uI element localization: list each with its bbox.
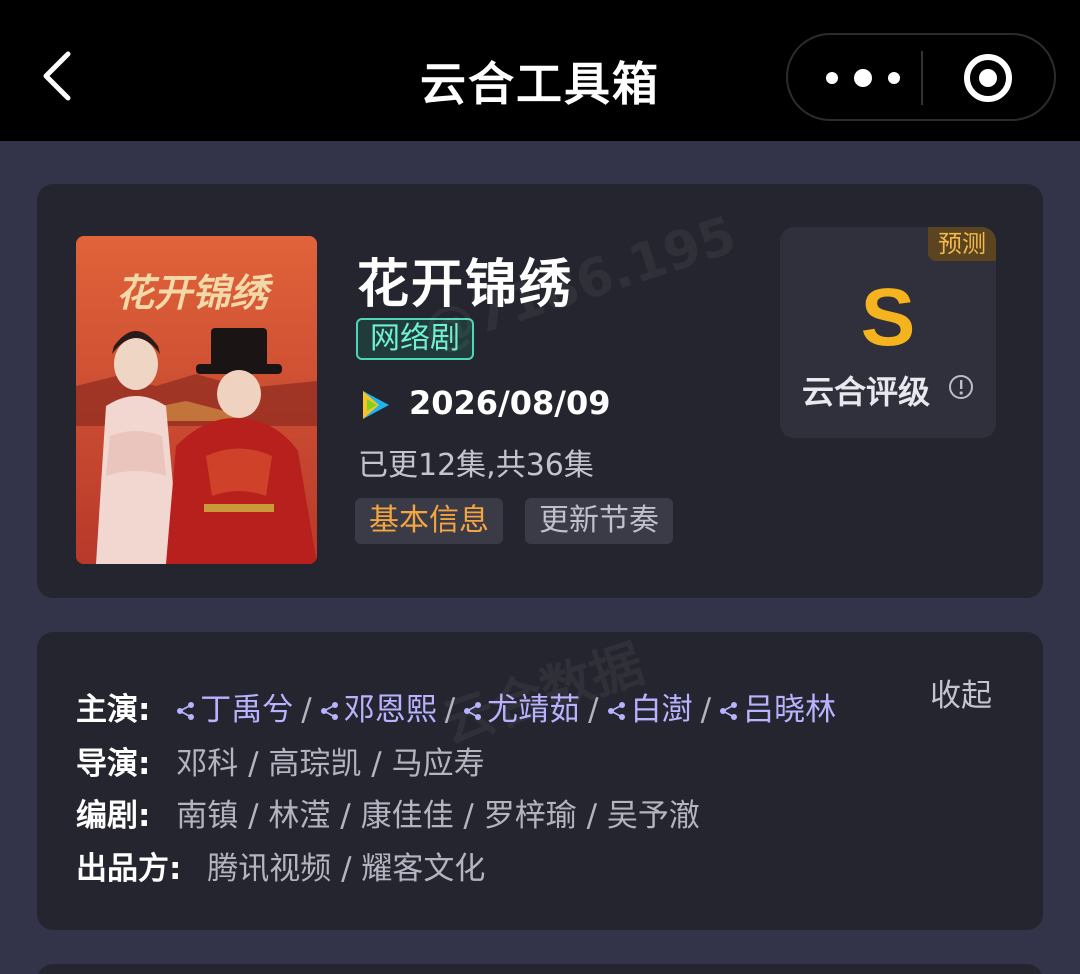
- cast-member-name: 白澍: [630, 692, 693, 728]
- cast-member-link[interactable]: 白澍: [607, 692, 693, 728]
- cast-member-name: 邓恩熙: [343, 692, 437, 728]
- mini-program-capsule: [786, 33, 1056, 121]
- cast-list: 丁禹兮 / 邓恩熙 / 尤靖茹 / 白澍 / 吕晓林: [176, 692, 836, 728]
- next-card: [37, 964, 1043, 974]
- rating-box: 预测 S 云合评级: [780, 227, 996, 438]
- writer-label: 编剧:: [76, 798, 151, 834]
- app-title: 云合工具箱: [420, 57, 660, 111]
- tab-update-rhythm[interactable]: 更新节奏: [525, 498, 673, 544]
- more-button[interactable]: [818, 55, 908, 101]
- tab-basic-info[interactable]: 基本信息: [355, 498, 503, 544]
- relation-graph-icon: [720, 702, 738, 720]
- cast-member-name: 丁禹兮: [200, 692, 294, 728]
- director-label: 导演:: [76, 746, 151, 782]
- target-circle-icon: [964, 54, 1012, 102]
- back-button[interactable]: [30, 46, 90, 106]
- show-info-card: 花开锦绣 花开锦绣 网络剧 2026/08/09 已更12集,共36集 基本信息…: [37, 184, 1043, 598]
- cast-member-link[interactable]: 丁禹兮: [176, 692, 293, 728]
- close-miniprogram-button[interactable]: [958, 50, 1018, 106]
- show-title: 花开锦绣: [357, 255, 574, 315]
- credits-card: 云合数据 主演: 丁禹兮 / 邓恩熙 / 尤靖茹 / 白澍 / 吕晓林 收起 导演: 邓科 / …: [37, 632, 1043, 930]
- capsule-divider: [921, 51, 923, 105]
- info-icon[interactable]: [948, 374, 974, 400]
- rating-label: 云合评级: [802, 373, 931, 411]
- cast-member-name: 尤靖茹: [487, 692, 581, 728]
- episode-status: 已更12集,共36集: [358, 448, 594, 483]
- writer-row: 编剧: 南镇 / 林滢 / 康佳佳 / 罗梓瑜 / 吴予澈: [76, 790, 700, 835]
- poster-image: 花开锦绣: [76, 236, 317, 564]
- prediction-badge: 预测: [928, 227, 996, 261]
- cast-separator: /: [301, 692, 312, 728]
- cast-member-link[interactable]: 吕晓林: [719, 692, 836, 728]
- cast-member-name: 吕晓林: [743, 692, 837, 728]
- poster-calligraphy-title: 花开锦绣: [116, 270, 274, 315]
- cast-member-link[interactable]: 尤靖茹: [463, 692, 580, 728]
- relation-graph-icon: [464, 702, 482, 720]
- cast-member-link[interactable]: 邓恩熙: [320, 692, 437, 728]
- show-poster[interactable]: 花开锦绣: [76, 236, 317, 564]
- rating-grade: S: [860, 272, 916, 363]
- director-value: 邓科 / 高琮凯 / 马应寿: [176, 746, 485, 782]
- director-row: 导演: 邓科 / 高琮凯 / 马应寿: [76, 738, 485, 783]
- producer-row: 出品方: 腾讯视频 / 耀客文化: [76, 843, 485, 888]
- release-date: 2026/08/09: [409, 384, 611, 422]
- cast-separator: /: [588, 692, 599, 728]
- producer-label: 出品方:: [76, 851, 182, 887]
- show-type-badge: 网络剧: [356, 318, 474, 360]
- relation-graph-icon: [320, 702, 338, 720]
- cast-label: 主演:: [76, 692, 151, 728]
- cast-separator: /: [444, 692, 456, 728]
- more-dots-icon: [826, 69, 900, 87]
- writer-value: 南镇 / 林滢 / 康佳佳 / 罗梓瑜 / 吴予澈: [176, 798, 700, 834]
- top-bar: 云合工具箱: [0, 0, 1080, 141]
- relation-graph-icon: [607, 702, 625, 720]
- chevron-left-icon: [43, 51, 71, 101]
- relation-graph-icon: [177, 702, 195, 720]
- cast-separator: /: [700, 692, 712, 728]
- cast-row: 主演: 丁禹兮 / 邓恩熙 / 尤靖茹 / 白澍 / 吕晓林: [76, 684, 836, 729]
- tencent-video-icon: [363, 391, 389, 419]
- producer-value: 腾讯视频 / 耀客文化: [207, 851, 486, 887]
- collapse-button[interactable]: 收起: [930, 670, 992, 715]
